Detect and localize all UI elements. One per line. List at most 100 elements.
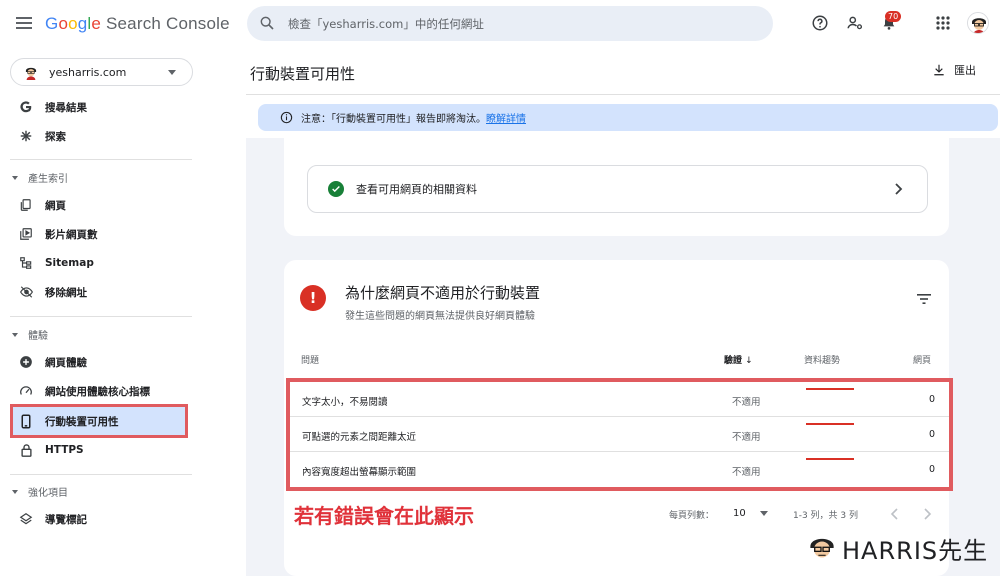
layers-icon: [18, 511, 34, 527]
sidebar: yesharris.com 搜尋結果 探索 產生索引 網頁 影片網頁數 Site…: [0, 48, 200, 576]
section-header-enhancements[interactable]: 強化項目: [12, 484, 68, 499]
account-avatar[interactable]: [967, 12, 989, 34]
trend-sparkline: [806, 458, 854, 460]
help-icon[interactable]: [809, 12, 831, 34]
phone-icon: [18, 413, 34, 429]
sidebar-item-breadcrumbs[interactable]: 導覽標記: [10, 505, 188, 533]
annotation-text: 若有錯誤會在此顯示: [294, 504, 474, 528]
notification-count-badge: 70: [885, 11, 902, 22]
main-menu-icon[interactable]: [16, 17, 32, 29]
url-inspection-search[interactable]: 檢查「yesharris.com」中的任何網址: [247, 6, 773, 41]
deprecation-notice: 注意：「行動裝置可用性」報告即將淘汰。 瞭解詳情: [258, 104, 998, 131]
section-header-experience[interactable]: 體驗: [12, 327, 48, 342]
issues-table-highlight: 文字太小，不易閱讀 不適用 0 可點選的元素之間距離太近 不適用 0 內容寬度超…: [286, 378, 953, 491]
watermark-text: HARRIS先生: [842, 536, 989, 565]
learn-more-link[interactable]: 瞭解詳情: [486, 110, 526, 125]
issue-name: 可點選的元素之間距離太近: [302, 432, 417, 443]
check-circle-icon: [328, 181, 344, 197]
sidebar-item-label: 移除網址: [45, 286, 87, 299]
sidebar-item-page-experience[interactable]: 網頁體驗: [10, 348, 188, 376]
issue-name: 文字太小，不易閱讀: [302, 397, 388, 408]
harris-watermark: HARRIS先生: [806, 530, 988, 566]
main-content: 行動裝置可用性 匯出 注意：「行動裝置可用性」報告即將淘汰。 瞭解詳情 查看可用…: [200, 48, 1000, 576]
video-pages-icon: [18, 226, 34, 242]
search-icon: [260, 16, 274, 30]
info-icon: [280, 111, 293, 124]
gauge-icon: [18, 383, 34, 399]
issues-card-title: 為什麼網頁不適用於行動裝置: [345, 284, 541, 302]
issue-name: 內容寬度超出螢幕顯示範圍: [302, 467, 417, 478]
sidebar-item-label: 網頁: [45, 199, 66, 212]
caret-down-icon: [12, 175, 18, 180]
issues-card: ! 為什麼網頁不適用於行動裝置 發生這些問題的網頁無法提供良好網頁體驗 問題 驗…: [284, 260, 953, 576]
sidebar-item-discover[interactable]: 探索: [10, 122, 188, 150]
sidebar-divider: [10, 474, 192, 475]
app-logo[interactable]: Google Search Console: [45, 14, 230, 34]
chevron-down-icon: [759, 511, 768, 516]
sidebar-item-https[interactable]: HTTPS: [10, 436, 188, 464]
caret-down-icon: [12, 332, 18, 337]
view-valid-pages-link[interactable]: 查看可用網頁的相關資料: [307, 165, 928, 213]
next-page-icon[interactable]: [922, 508, 932, 520]
harris-avatar-icon: [810, 538, 834, 558]
plus-circle-icon: [18, 354, 34, 370]
export-button[interactable]: 匯出: [932, 62, 976, 78]
pages-count: 0: [928, 394, 935, 405]
column-header-validation[interactable]: 驗證 ↓: [724, 353, 753, 366]
sidebar-divider: [10, 316, 192, 317]
validation-status: 不適用: [732, 432, 761, 443]
sort-arrow-down-icon: ↓: [745, 356, 753, 366]
column-header-issue[interactable]: 問題: [301, 353, 319, 366]
eye-off-icon: [18, 284, 34, 300]
sidebar-item-pages[interactable]: 網頁: [10, 191, 188, 219]
error-icon: !: [300, 285, 326, 311]
sidebar-item-label: 導覽標記: [45, 513, 87, 526]
sidebar-item-label: HTTPS: [45, 444, 84, 456]
search-placeholder: 檢查「yesharris.com」中的任何網址: [288, 17, 484, 31]
asterisk-icon: [18, 128, 34, 144]
column-header-pages[interactable]: 網頁: [913, 353, 931, 366]
previous-page-icon[interactable]: [890, 508, 900, 520]
lock-icon: [18, 442, 34, 458]
header-divider: [246, 94, 1000, 95]
sitemap-icon: [18, 255, 34, 271]
product-name: Search Console: [105, 14, 230, 33]
column-header-trend[interactable]: 資料趨勢: [804, 353, 840, 366]
notice-text: 注意：「行動裝置可用性」報告即將淘汰。: [301, 114, 486, 125]
table-row[interactable]: 文字太小，不易閱讀 不適用 0: [290, 382, 949, 417]
google-g-icon: [18, 99, 34, 115]
sidebar-item-video-pages[interactable]: 影片網頁數: [10, 220, 188, 248]
trend-sparkline: [806, 423, 854, 425]
property-name: yesharris.com: [49, 66, 127, 79]
filter-icon[interactable]: [917, 293, 931, 305]
sidebar-item-label: 探索: [45, 130, 66, 143]
download-icon: [934, 64, 944, 76]
property-selector[interactable]: yesharris.com: [10, 58, 193, 86]
sidebar-item-removals[interactable]: 移除網址: [10, 278, 188, 306]
caret-down-icon: [12, 489, 18, 494]
settings-people-icon[interactable]: [844, 12, 866, 34]
sidebar-item-label: 網站使用體驗核心指標: [45, 385, 150, 398]
chevron-right-icon: [895, 183, 903, 195]
valid-pages-card: 查看可用網頁的相關資料: [284, 138, 949, 236]
section-header-indexing[interactable]: 產生索引: [12, 170, 68, 185]
sidebar-item-mobile-usability[interactable]: 行動裝置可用性: [10, 404, 188, 438]
sidebar-item-label: 搜尋結果: [45, 101, 87, 114]
rows-per-page-label: 每頁列數：: [669, 511, 715, 521]
validation-status: 不適用: [732, 397, 761, 408]
pages-count: 0: [928, 429, 935, 440]
sidebar-item-label: 影片網頁數: [45, 228, 98, 241]
table-row[interactable]: 內容寬度超出螢幕顯示範圍 不適用 0: [290, 452, 949, 487]
property-avatar-icon: [25, 67, 37, 80]
table-row[interactable]: 可點選的元素之間距離太近 不適用 0: [290, 417, 949, 452]
page-title: 行動裝置可用性: [250, 65, 356, 83]
sidebar-item-sitemap[interactable]: Sitemap: [10, 249, 188, 277]
rows-per-page-select[interactable]: 10: [733, 508, 768, 519]
pages-icon: [18, 197, 34, 213]
sidebar-item-label: 行動裝置可用性: [45, 415, 119, 428]
sidebar-item-search-results[interactable]: 搜尋結果: [10, 93, 188, 121]
apps-grid-icon[interactable]: [932, 12, 954, 34]
sidebar-item-label: Sitemap: [45, 257, 94, 269]
sidebar-item-core-web-vitals[interactable]: 網站使用體驗核心指標: [10, 377, 188, 405]
trend-sparkline: [806, 388, 854, 390]
